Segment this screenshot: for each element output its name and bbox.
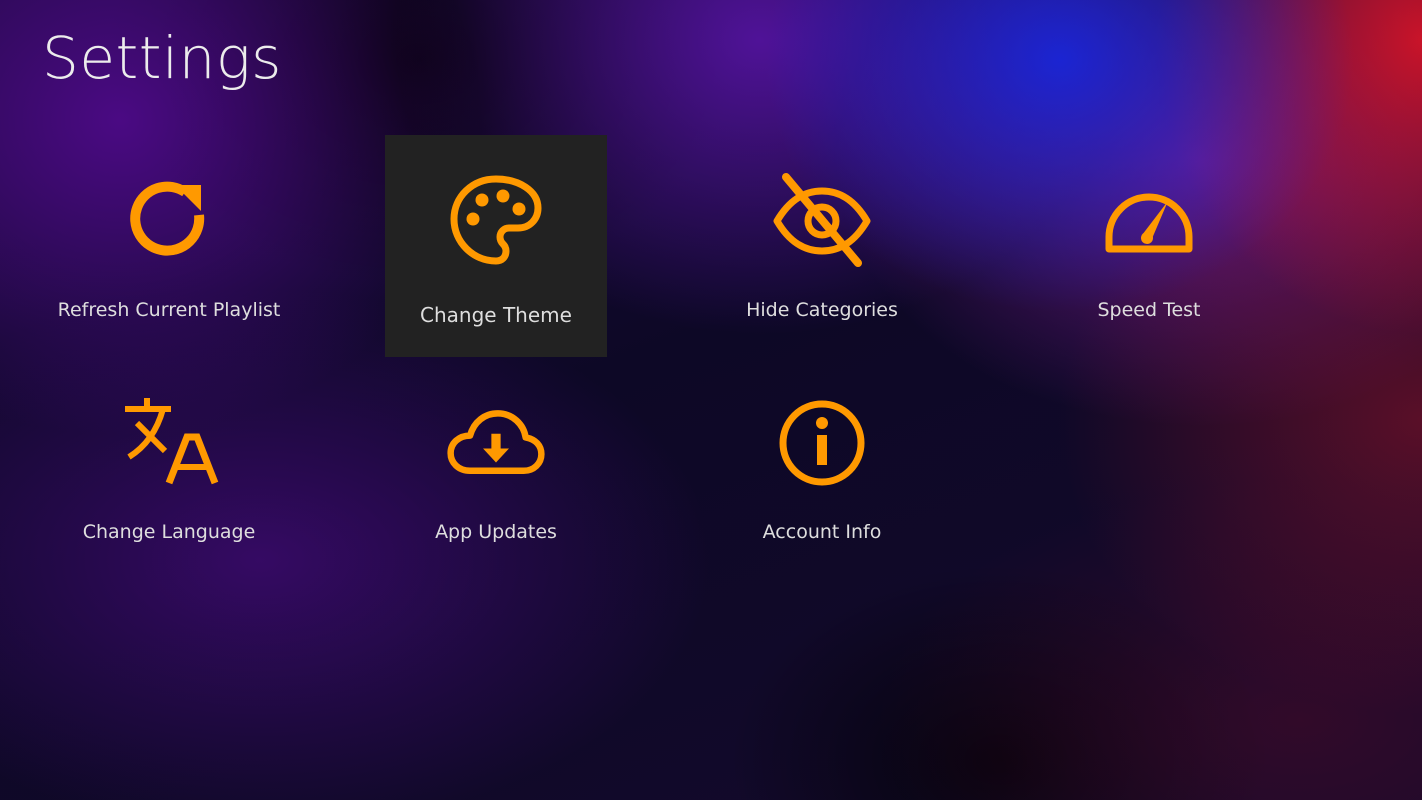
settings-tile-label: Refresh Current Playlist (57, 299, 281, 321)
translate-icon (119, 393, 219, 493)
palette-icon (446, 171, 546, 271)
settings-tile-change-language[interactable]: Change Language (58, 357, 280, 579)
refresh-icon (119, 171, 219, 271)
settings-tile-change-theme[interactable]: Change Theme (385, 135, 607, 357)
settings-tile-label: Speed Test (1097, 299, 1201, 321)
page-title: Settings (42, 24, 282, 92)
settings-tile-label: App Updates (435, 521, 557, 543)
settings-tile-label: Hide Categories (746, 299, 898, 321)
settings-tile-speed-test[interactable]: Speed Test (1038, 135, 1260, 357)
eye-off-icon (772, 171, 872, 271)
settings-tile-label: Change Language (82, 521, 256, 543)
settings-tile-app-updates[interactable]: App Updates (385, 357, 607, 579)
settings-tile-label: Change Theme (420, 303, 572, 327)
settings-tile-refresh-playlist[interactable]: Refresh Current Playlist (58, 135, 280, 357)
info-icon (772, 393, 872, 493)
settings-tile-account-info[interactable]: Account Info (711, 357, 933, 579)
speedometer-icon (1099, 171, 1199, 271)
settings-tile-hide-categories[interactable]: Hide Categories (711, 135, 933, 357)
cloud-download-icon (446, 393, 546, 493)
settings-tile-label: Account Info (762, 521, 882, 543)
